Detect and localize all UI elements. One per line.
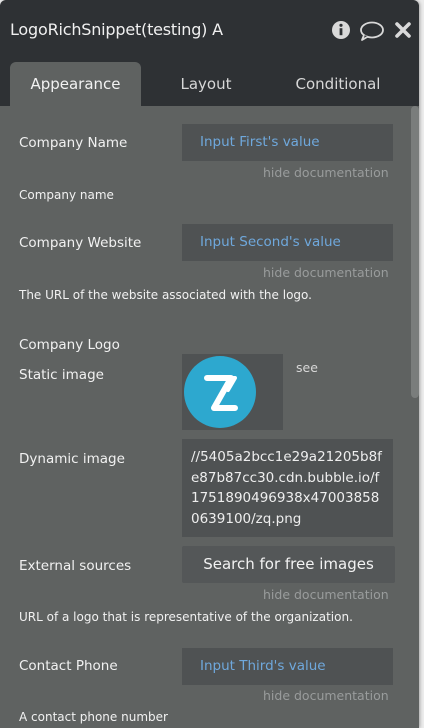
company-logo-hide-doc-link[interactable]: hide documentation: [263, 587, 389, 602]
contact-phone-label: Contact Phone: [19, 658, 118, 674]
company-website-label: Company Website: [19, 235, 142, 251]
static-image-upload[interactable]: [182, 354, 283, 430]
company-website-hide-doc-link[interactable]: hide documentation: [263, 265, 389, 280]
company-name-input[interactable]: Input First's value: [182, 124, 393, 161]
company-name-label: Company Name: [19, 135, 128, 151]
tab-conditional[interactable]: Conditional: [280, 62, 396, 106]
company-name-description: Company name: [19, 188, 114, 202]
company-logo-description: URL of a logo that is representative of …: [19, 610, 353, 624]
title-bar[interactable]: LogoRichSnippet(testing) A: [0, 0, 419, 62]
contact-phone-hide-doc-link[interactable]: hide documentation: [263, 688, 389, 703]
company-website-input[interactable]: Input Second's value: [182, 224, 393, 261]
company-logo-label: Company Logo: [19, 337, 120, 353]
dynamic-image-label: Dynamic image: [19, 451, 125, 467]
info-icon[interactable]: [331, 20, 351, 44]
comment-icon[interactable]: [359, 21, 385, 45]
tab-appearance[interactable]: Appearance: [10, 62, 141, 106]
company-website-description: The URL of the website associated with t…: [19, 288, 312, 302]
search-free-images-button[interactable]: Search for free images: [182, 546, 395, 583]
property-editor-panel: LogoRichSnippet(testing) A Appearance La…: [0, 0, 419, 728]
contact-phone-description: A contact phone number: [19, 710, 168, 724]
static-image-label: Static image: [19, 367, 104, 383]
tab-layout[interactable]: Layout: [160, 62, 252, 106]
company-name-hide-doc-link[interactable]: hide documentation: [263, 165, 389, 180]
window-title: LogoRichSnippet(testing) A: [10, 20, 223, 39]
see-link[interactable]: see: [296, 360, 318, 375]
scrollbar[interactable]: [411, 106, 419, 398]
external-sources-label: External sources: [19, 558, 132, 574]
contact-phone-input[interactable]: Input Third's value: [182, 648, 393, 685]
close-icon[interactable]: [395, 22, 411, 42]
tab-bar: Appearance Layout Conditional: [0, 62, 419, 106]
dynamic-image-input[interactable]: //5405a2bcc1e29a21205b8fe87b87cc30.cdn.b…: [182, 439, 393, 537]
logo-image: [184, 356, 256, 428]
